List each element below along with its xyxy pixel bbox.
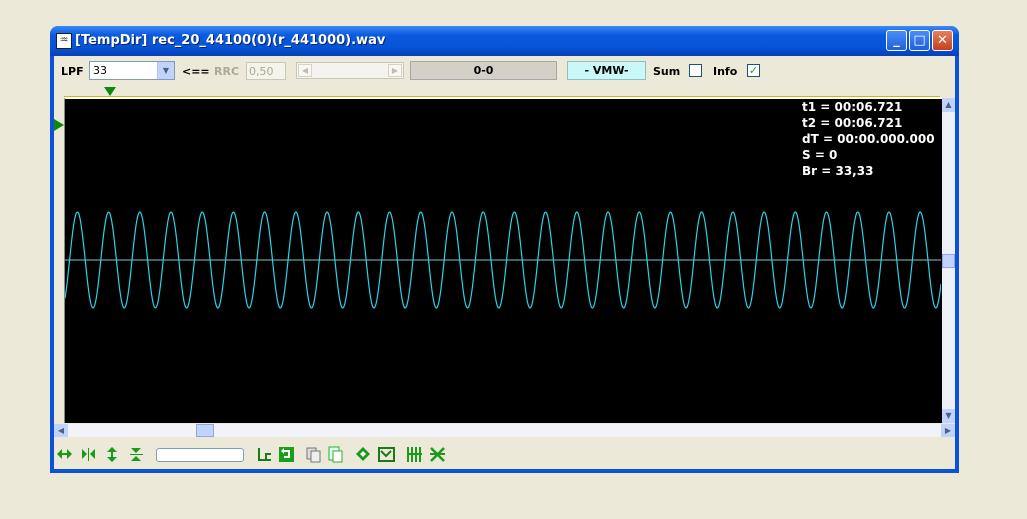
top-toolbar: LPF 33 ▼ <== RRC 0,50 ◀ ▶ 0-0 - VMW- Sum… [54, 56, 955, 86]
title-bar[interactable]: ♒ [TempDir] rec_20_44100(0)(r_441000).wa… [50, 26, 959, 56]
chevron-left-icon[interactable]: ◀ [54, 424, 68, 437]
expand-horizontal-icon[interactable] [56, 446, 73, 463]
chevron-right-icon[interactable]: ▶ [941, 424, 955, 437]
shrink-horizontal-icon[interactable] [80, 446, 97, 463]
range-status: 0-0 [410, 61, 557, 80]
crosshair-x-icon[interactable] [429, 446, 446, 463]
chevron-down-icon[interactable]: ▼ [942, 409, 955, 423]
rrc-input[interactable]: 0,50 [246, 62, 286, 80]
vmw-indicator[interactable]: - VMW- [567, 61, 646, 80]
info-panel: t1 = 00:06.721 t2 = 00:06.721 dT = 00:00… [802, 99, 935, 179]
minimize-button[interactable]: _ [886, 30, 907, 51]
s-readout: S = 0 [802, 148, 838, 162]
horizontal-scroll-thumb[interactable] [196, 424, 214, 437]
cursor-marker-top-icon[interactable] [104, 87, 116, 96]
sum-label: Sum [653, 65, 681, 78]
position-field[interactable] [156, 448, 244, 462]
sum-checkbox[interactable] [689, 64, 702, 77]
chevron-left-icon[interactable]: ◀ [298, 64, 312, 77]
rrc-label: RRC [214, 65, 240, 78]
app-window: ♒ [TempDir] rec_20_44100(0)(r_441000).wa… [50, 26, 959, 473]
waveform-plot[interactable]: t1 = 00:06.721 t2 = 00:06.721 dT = 00:00… [64, 97, 942, 423]
chevron-right-icon[interactable]: ▶ [388, 64, 402, 77]
undo-icon[interactable] [278, 446, 295, 463]
rrc-value: 0,50 [249, 65, 274, 78]
horizontal-scrollbar[interactable]: ◀ ▶ [54, 424, 955, 437]
dt-readout: dT = 00:00.000.000 [802, 132, 935, 146]
chevron-up-icon[interactable]: ▲ [942, 98, 955, 112]
vertical-scrollbar[interactable]: ▲ ▼ [942, 98, 955, 423]
rrc-slider[interactable]: ◀ ▶ [296, 62, 404, 79]
lpf-label: LPF [61, 65, 84, 78]
lpf-value: 33 [93, 64, 107, 77]
vertical-scroll-thumb[interactable] [942, 254, 955, 268]
trim-icon[interactable] [256, 446, 273, 463]
shrink-vertical-icon[interactable] [128, 446, 145, 463]
grid-icon[interactable] [406, 446, 423, 463]
bottom-toolbar [54, 441, 955, 469]
app-icon[interactable]: ♒ [56, 33, 72, 49]
close-button[interactable]: ✕ [932, 30, 953, 51]
marker-diamond-icon[interactable] [355, 446, 372, 463]
chevron-down-icon[interactable]: ▼ [157, 62, 174, 79]
fit-window-icon[interactable] [378, 446, 395, 463]
window-title: [TempDir] rec_20_44100(0)(r_441000).wav [75, 33, 386, 48]
paste-icon[interactable] [327, 446, 344, 463]
t2-readout: t2 = 00:06.721 [802, 116, 903, 130]
maximize-button[interactable]: □ [909, 30, 930, 51]
lpf-select[interactable]: 33 ▼ [89, 61, 175, 80]
info-checkbox[interactable]: ✓ [747, 64, 760, 77]
copy-icon[interactable] [305, 446, 322, 463]
info-label: Info [713, 65, 738, 78]
client-area: LPF 33 ▼ <== RRC 0,50 ◀ ▶ 0-0 - VMW- Sum… [54, 56, 955, 469]
cursor-marker-left-icon[interactable] [54, 119, 64, 131]
apply-arrow-label[interactable]: <== [182, 65, 210, 78]
expand-vertical-icon[interactable] [104, 446, 121, 463]
br-readout: Br = 33,33 [802, 164, 874, 178]
t1-readout: t1 = 00:06.721 [802, 100, 903, 114]
